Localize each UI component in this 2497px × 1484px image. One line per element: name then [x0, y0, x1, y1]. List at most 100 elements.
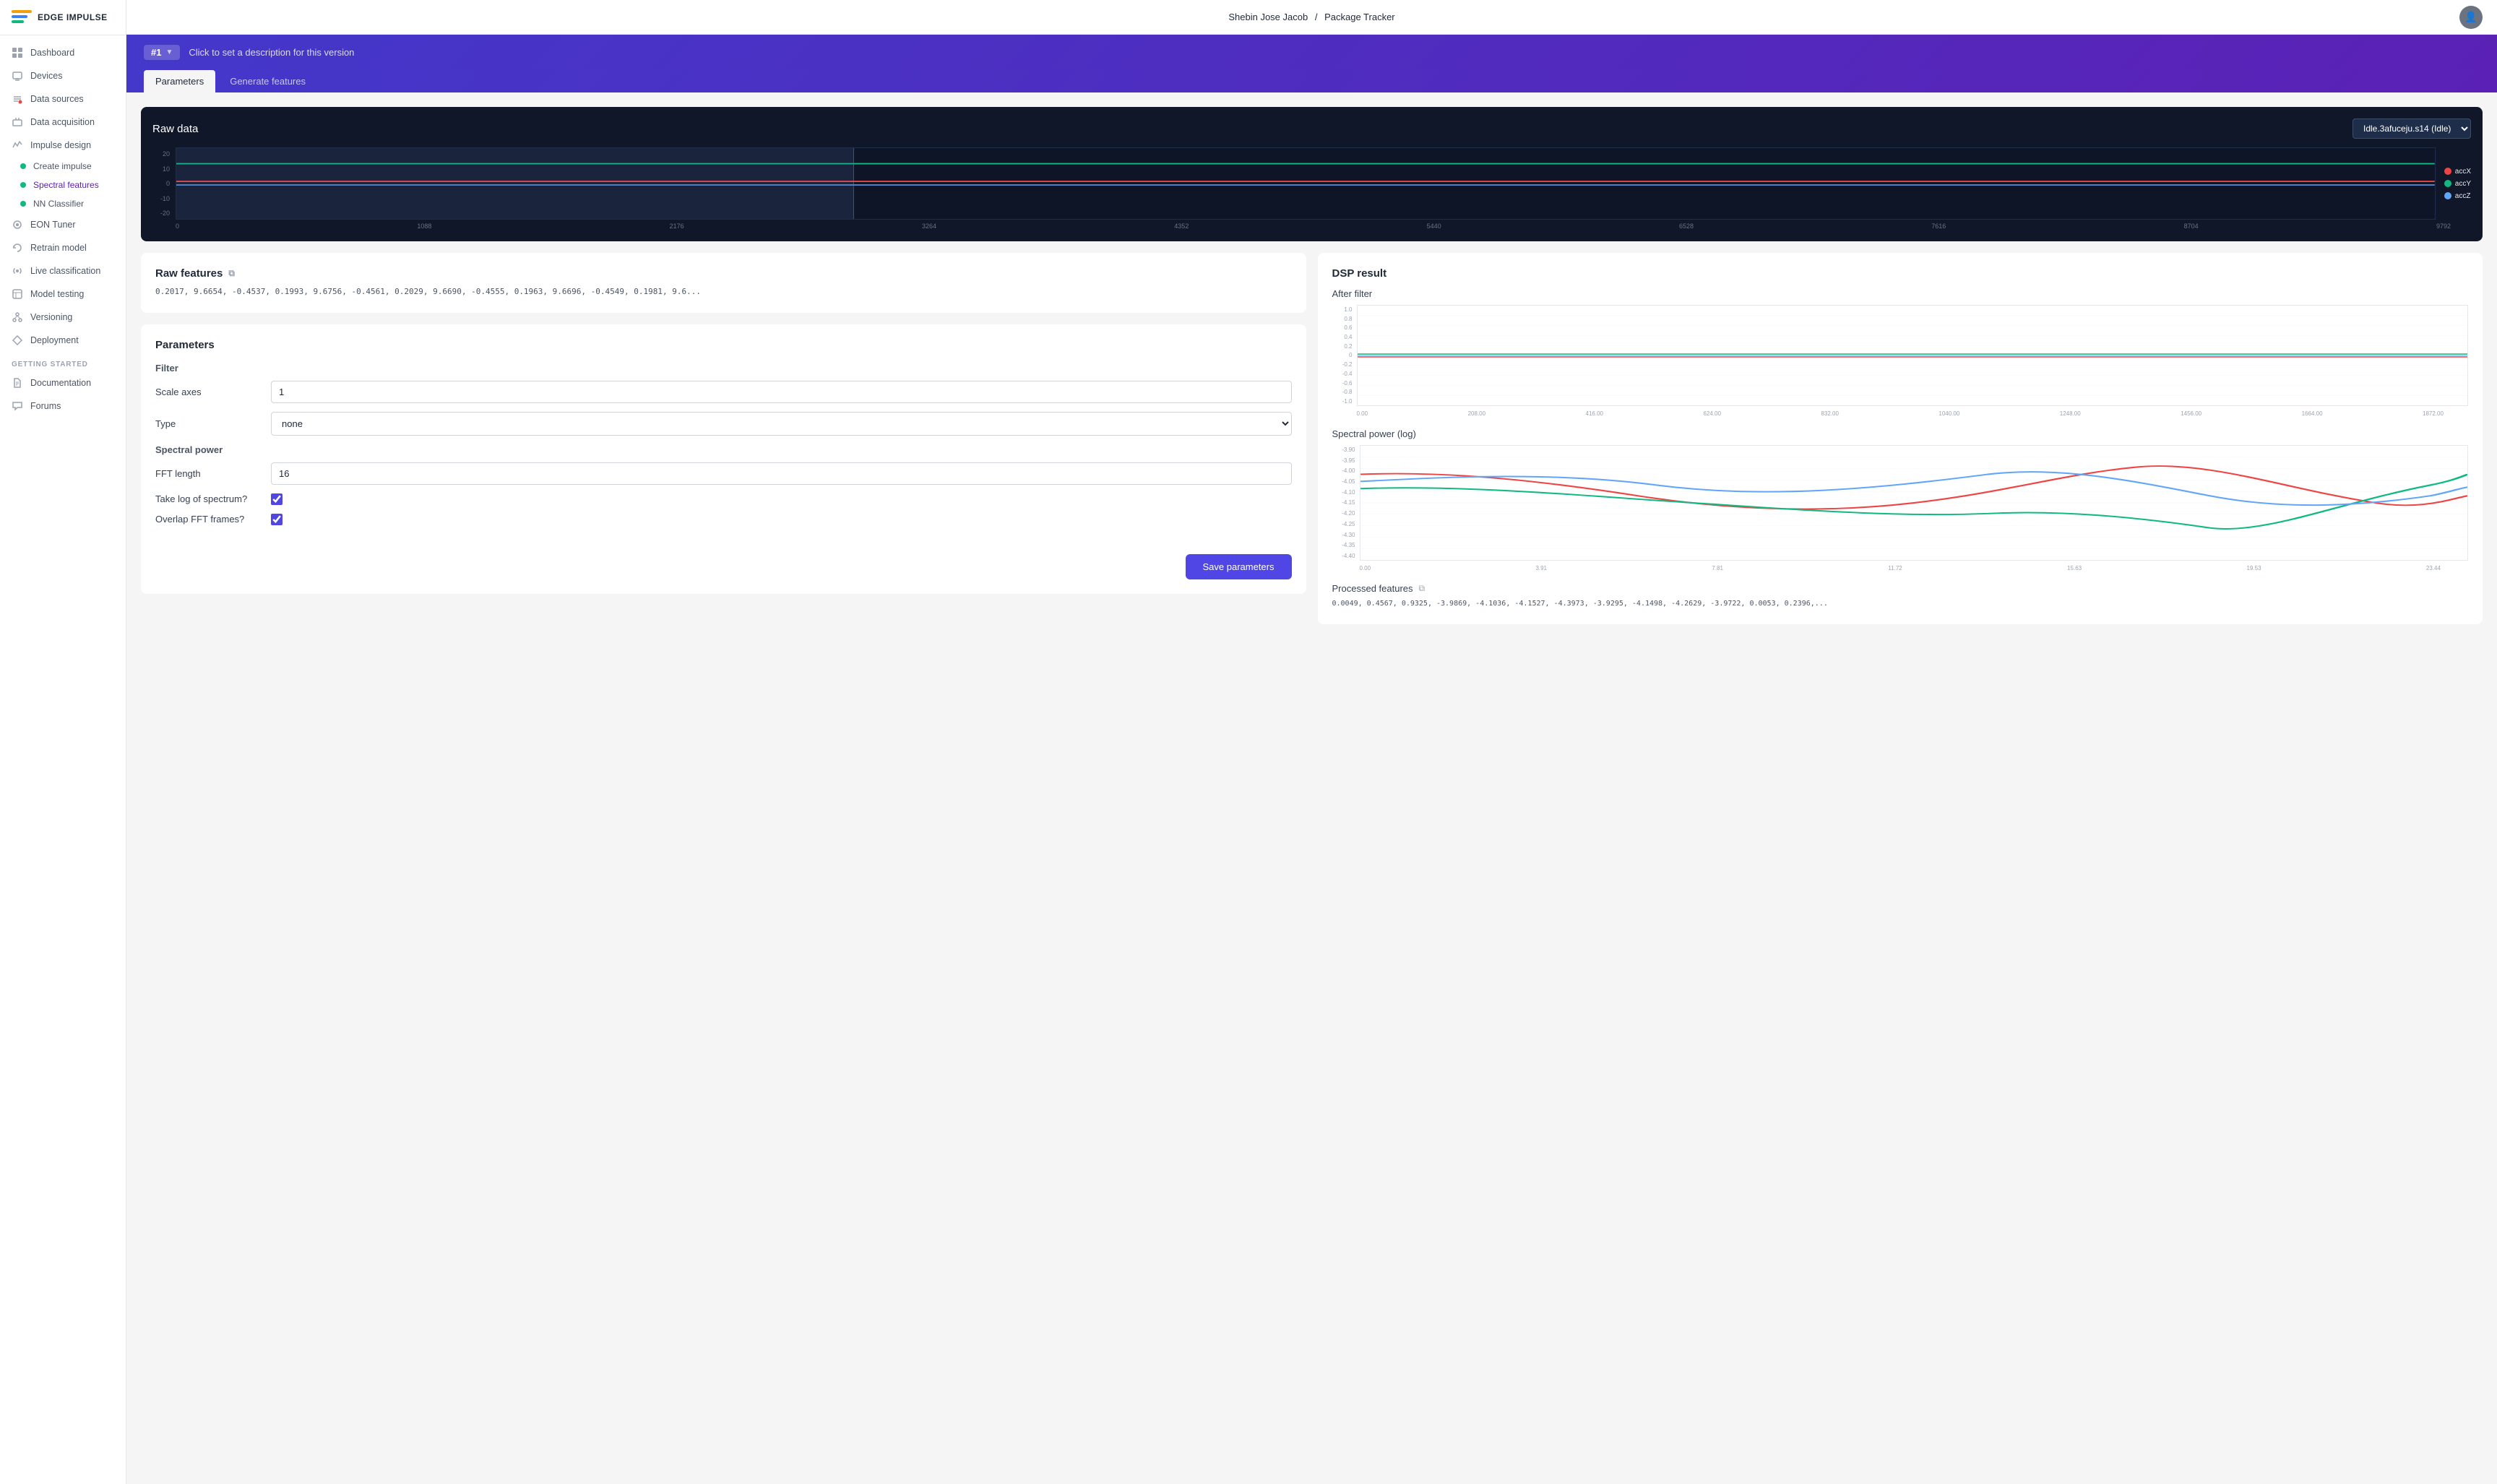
- sidebar-item-nn-classifier[interactable]: NN Classifier: [0, 194, 126, 213]
- chart-header: Raw data Idle.3afuceju.s14 (Idle): [152, 118, 2471, 139]
- x-axis: 0108821763264435254406528761687049792: [152, 220, 2471, 230]
- acquisition-icon: [12, 116, 23, 128]
- after-filter-svg: [1358, 306, 2468, 405]
- logo: EDGE IMPULSE: [0, 0, 126, 35]
- page-body: Raw data Idle.3afuceju.s14 (Idle) 20100-…: [126, 92, 2497, 639]
- processed-features-value: 0.0049, 0.4567, 0.9325, -3.9869, -4.1036…: [1332, 598, 2469, 610]
- copy-icon[interactable]: ⧉: [228, 268, 235, 279]
- deploy-icon: [12, 335, 23, 346]
- sidebar-item-label: Live classification: [30, 266, 100, 276]
- legend-dot-accX: [2444, 168, 2451, 175]
- processed-copy-icon[interactable]: ⧉: [1419, 583, 1426, 594]
- version-badge[interactable]: #1 ▼: [144, 45, 180, 60]
- sidebar-item-model-testing[interactable]: Model testing: [0, 282, 126, 306]
- dsp-result-card: DSP result After filter 1.00.80.60.40.20…: [1318, 253, 2483, 624]
- forum-icon: [12, 400, 23, 412]
- sidebar-item-label: Data sources: [30, 94, 84, 104]
- overlap-fft-label: Overlap FFT frames?: [155, 514, 271, 525]
- legend-label-accX: accX: [2455, 168, 2471, 176]
- legend-label-accY: accY: [2455, 180, 2471, 188]
- y-axis: 20100-10-20: [152, 147, 173, 220]
- sidebar-item-label: Impulse design: [30, 140, 91, 150]
- chart-plot-area: [176, 147, 2436, 220]
- tabs-bar: Parameters Generate features: [126, 70, 2497, 92]
- doc-icon: [12, 377, 23, 389]
- sidebar-item-label: EON Tuner: [30, 220, 76, 230]
- selection-box: [176, 148, 854, 219]
- sidebar-item-retrain-model[interactable]: Retrain model: [0, 236, 126, 259]
- raw-features-card: Raw features ⧉ 0.2017, 9.6654, -0.4537, …: [141, 253, 1306, 313]
- type-label: Type: [155, 418, 271, 429]
- scale-axes-input[interactable]: [271, 381, 1292, 403]
- sidebar-item-label: Data acquisition: [30, 117, 95, 127]
- sidebar-item-versioning[interactable]: Versioning: [0, 306, 126, 329]
- fft-length-input[interactable]: [271, 462, 1292, 485]
- header: Shebin Jose Jacob / Package Tracker 👤: [126, 0, 2497, 35]
- sidebar-item-dashboard[interactable]: Dashboard: [0, 41, 126, 64]
- sidebar-item-label: Documentation: [30, 378, 91, 388]
- spectral-power-label: Spectral power (log): [1332, 428, 2469, 439]
- save-parameters-button[interactable]: Save parameters: [1186, 554, 1292, 579]
- sidebar-item-data-sources[interactable]: Data sources: [0, 87, 126, 111]
- sidebar-item-impulse-design[interactable]: Impulse design: [0, 134, 126, 157]
- sidebar-item-deployment[interactable]: Deployment: [0, 329, 126, 352]
- sidebar-item-documentation[interactable]: Documentation: [0, 371, 126, 394]
- fft-length-label: FFT length: [155, 468, 271, 479]
- version-icon: [12, 311, 23, 323]
- spectral-power-section-title: Spectral power: [155, 444, 1292, 455]
- sidebar-item-eon-tuner[interactable]: EON Tuner: [0, 213, 126, 236]
- spectral-x-axis: 0.003.917.8111.7215.6319.5323.44: [1332, 564, 2469, 571]
- dsp-result-title: DSP result: [1332, 267, 2469, 280]
- sidebar-item-live-classification[interactable]: Live classification: [0, 259, 126, 282]
- two-column-layout: Raw features ⧉ 0.2017, 9.6654, -0.4537, …: [141, 253, 2483, 624]
- processed-features-label: Processed features: [1332, 583, 1413, 594]
- filter-section-title: Filter: [155, 363, 1292, 374]
- raw-data-chart-card: Raw data Idle.3afuceju.s14 (Idle) 20100-…: [141, 107, 2483, 241]
- header-project: Package Tracker: [1324, 12, 1395, 22]
- sidebar-item-label: Retrain model: [30, 243, 87, 253]
- tab-parameters[interactable]: Parameters: [144, 70, 215, 92]
- header-user: Shebin Jose Jacob: [1228, 12, 1308, 22]
- spectral-power-chart: -3.90-3.95-4.00-4.05-4.10-4.15-4.20-4.25…: [1332, 445, 2469, 561]
- chart-dropdown[interactable]: Idle.3afuceju.s14 (Idle): [2352, 118, 2471, 139]
- take-log-checkbox[interactable]: [271, 493, 283, 505]
- sidebar-item-create-impulse[interactable]: Create impulse: [0, 157, 126, 176]
- legend-label-accZ: accZ: [2455, 192, 2471, 200]
- status-dot: [20, 201, 26, 207]
- sidebar-item-forums[interactable]: Forums: [0, 394, 126, 418]
- eon-icon: [12, 219, 23, 230]
- processed-features-header: Processed features ⧉: [1332, 583, 2469, 594]
- device-icon: [12, 70, 23, 82]
- model-icon: [12, 288, 23, 300]
- type-select[interactable]: none low high bandpass: [271, 412, 1292, 436]
- raw-features-title: Raw features ⧉: [155, 267, 1292, 280]
- chart-legend: accX accY accZ: [2438, 147, 2471, 220]
- status-dot: [20, 163, 26, 169]
- raw-features-value: 0.2017, 9.6654, -0.4537, 0.1993, 9.6756,…: [155, 285, 1292, 298]
- sidebar-item-data-acquisition[interactable]: Data acquisition: [0, 111, 126, 134]
- legend-accZ: accZ: [2444, 192, 2471, 200]
- version-description[interactable]: Click to set a description for this vers…: [189, 47, 354, 58]
- left-column: Raw features ⧉ 0.2017, 9.6654, -0.4537, …: [141, 253, 1306, 624]
- sidebar-item-spectral-features[interactable]: Spectral features: [0, 176, 126, 194]
- grid-icon: [12, 47, 23, 59]
- tab-generate-features[interactable]: Generate features: [218, 70, 317, 92]
- logo-icon: [12, 10, 32, 25]
- sidebar-item-label: Create impulse: [33, 161, 92, 171]
- sidebar-item-label: NN Classifier: [33, 199, 84, 209]
- main-content: Shebin Jose Jacob / Package Tracker 👤 #1…: [126, 0, 2497, 1484]
- after-filter-label: After filter: [1332, 288, 2469, 299]
- page-content: #1 ▼ Click to set a description for this…: [126, 35, 2497, 1484]
- version-banner: #1 ▼ Click to set a description for this…: [126, 35, 2497, 70]
- sidebar-item-label: Spectral features: [33, 180, 99, 190]
- sidebar-item-label: Forums: [30, 401, 61, 411]
- legend-dot-accZ: [2444, 192, 2451, 199]
- version-number: #1: [151, 47, 161, 58]
- legend-accX: accX: [2444, 168, 2471, 176]
- overlap-fft-checkbox[interactable]: [271, 514, 283, 525]
- chevron-down-icon: ▼: [165, 48, 173, 56]
- after-filter-y-axis: 1.00.80.60.40.20-0.2-0.4-0.6-0.8-1.0: [1332, 305, 1354, 406]
- sidebar-item-devices[interactable]: Devices: [0, 64, 126, 87]
- sidebar-item-label: Versioning: [30, 312, 72, 322]
- sidebar-item-label: Devices: [30, 71, 62, 81]
